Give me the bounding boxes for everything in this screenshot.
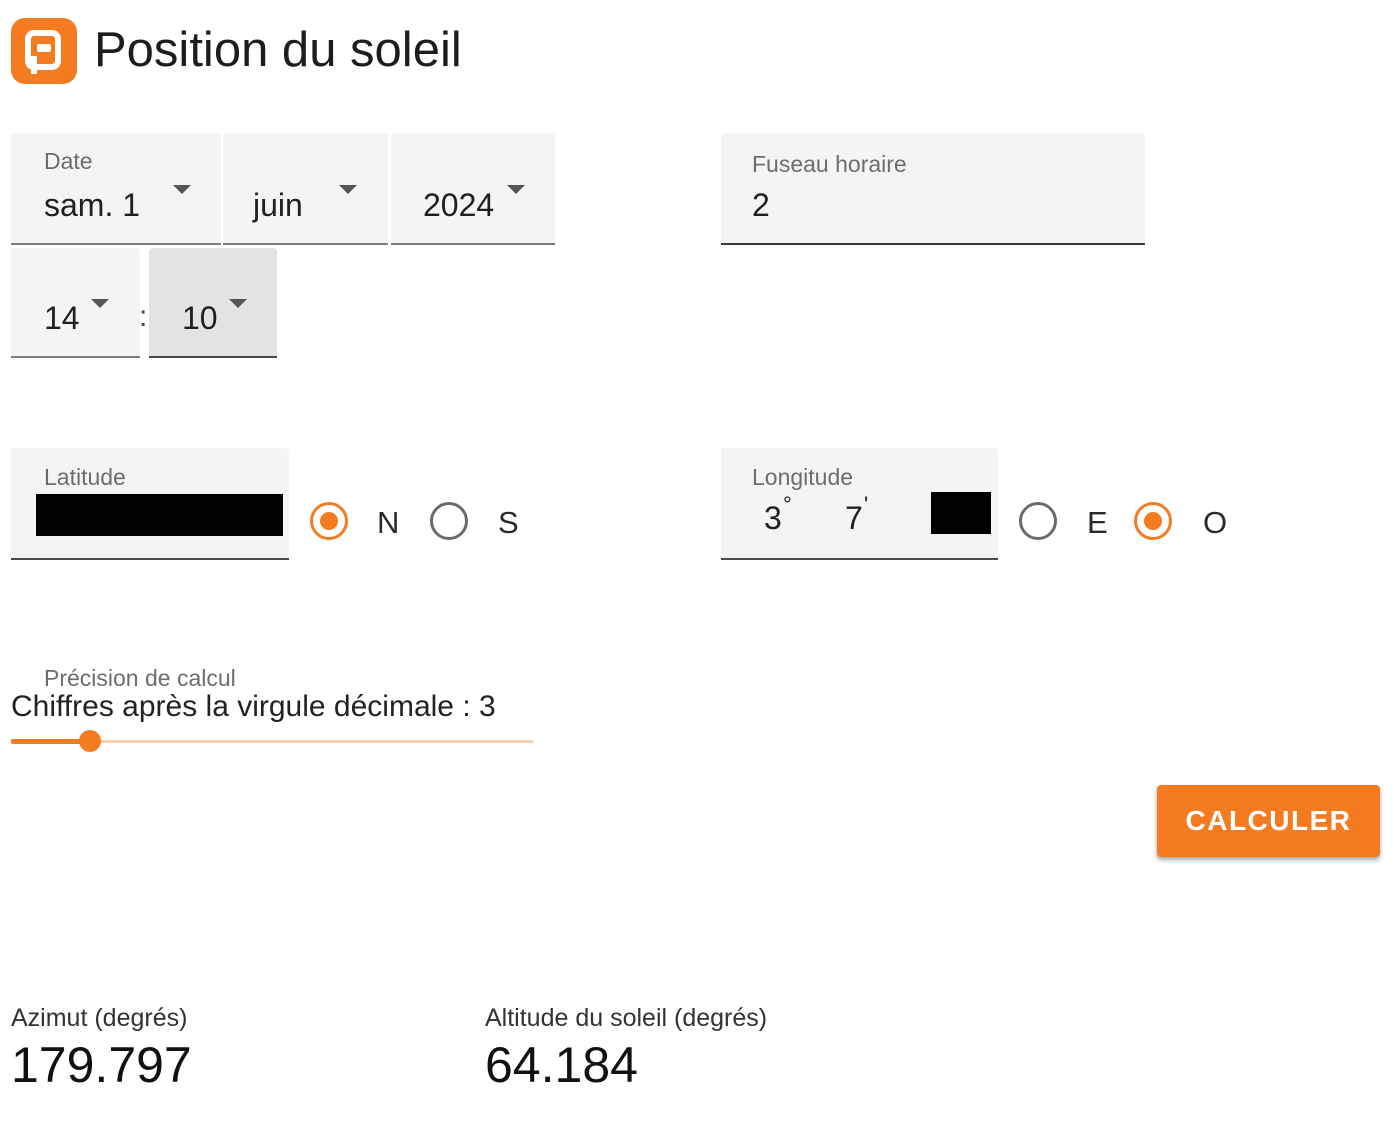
longitude-minutes: 7: [845, 500, 863, 536]
azimuth-value: 179.797: [11, 1037, 192, 1093]
date-day-value: sam. 1: [44, 187, 141, 223]
longitude-east-label: E: [1087, 505, 1108, 540]
date-year-value: 2024: [423, 187, 495, 223]
precision-label: Précision de calcul: [44, 665, 236, 691]
minute-select[interactable]: 10: [149, 248, 277, 358]
azimuth-label: Azimut (degrés): [11, 1004, 188, 1032]
chevron-down-icon: [339, 185, 357, 194]
degree-symbol: °: [783, 492, 792, 517]
date-label: Date: [44, 148, 93, 174]
minute-value: 10: [182, 300, 218, 336]
latitude-south-label: S: [498, 505, 519, 540]
longitude-seconds-redacted: [931, 492, 991, 534]
longitude-field[interactable]: Longitude 3 ° 7 ': [721, 448, 998, 560]
hour-select[interactable]: 14: [11, 248, 140, 358]
calculate-button[interactable]: CALCULER: [1157, 785, 1380, 857]
latitude-south-radio[interactable]: [430, 502, 468, 540]
latitude-value-redacted: [36, 494, 283, 536]
precision-text: Chiffres après la virgule décimale : 3: [11, 690, 496, 723]
chevron-down-icon: [91, 299, 109, 308]
hour-value: 14: [44, 300, 80, 336]
longitude-degrees: 3: [764, 500, 782, 536]
longitude-west-radio[interactable]: [1134, 502, 1172, 540]
precision-slider-thumb[interactable]: [79, 730, 101, 752]
app-logo-icon: [11, 18, 77, 84]
date-month-value: juin: [253, 187, 303, 223]
date-year-select[interactable]: 2024: [391, 133, 555, 245]
altitude-label: Altitude du soleil (degrés): [485, 1004, 768, 1032]
chevron-down-icon: [229, 299, 247, 308]
longitude-label: Longitude: [752, 464, 854, 490]
longitude-east-radio[interactable]: [1019, 502, 1057, 540]
time-separator: :: [139, 300, 148, 333]
minute-symbol: ': [864, 492, 869, 517]
latitude-north-label: N: [377, 505, 400, 540]
longitude-west-label: O: [1203, 505, 1228, 540]
latitude-field[interactable]: Latitude: [11, 448, 289, 560]
timezone-field[interactable]: Fuseau horaire 2: [721, 133, 1145, 245]
chevron-down-icon: [507, 185, 525, 194]
page-title: Position du soleil: [94, 23, 462, 77]
altitude-value: 64.184: [485, 1037, 638, 1093]
date-day-select[interactable]: Date sam. 1: [11, 133, 221, 245]
chevron-down-icon: [173, 185, 191, 194]
latitude-north-radio[interactable]: [310, 502, 348, 540]
latitude-label: Latitude: [44, 464, 126, 490]
timezone-value: 2: [752, 187, 770, 223]
timezone-label: Fuseau horaire: [752, 151, 907, 177]
date-month-select[interactable]: juin: [223, 133, 388, 245]
